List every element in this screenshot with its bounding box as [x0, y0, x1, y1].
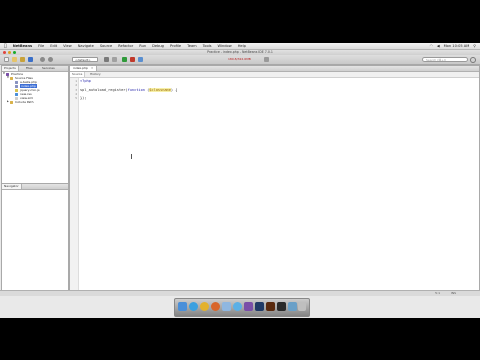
mail-icon[interactable] — [222, 302, 231, 311]
save-all-icon[interactable] — [28, 57, 33, 62]
terminal-icon[interactable] — [277, 302, 286, 311]
history-view-button[interactable]: History — [88, 72, 103, 77]
line-number-gutter: 1 2 3 4 5 — [70, 78, 79, 290]
project-tree: ▼ Practice ▼ Source Files a-tests.php in… — [2, 72, 68, 104]
menu-app-name[interactable]: NetBeans — [13, 44, 32, 48]
tab-index-php[interactable]: index.php ✕ — [70, 66, 98, 71]
menu-item-debug[interactable]: Debug — [152, 44, 164, 48]
preview-icon[interactable] — [288, 302, 297, 311]
apple-menu-icon[interactable]:  — [4, 44, 7, 49]
redo-icon[interactable] — [48, 57, 53, 62]
menubar-clock[interactable]: Mon 10:05 AM — [444, 44, 470, 48]
itunes-icon[interactable] — [233, 302, 242, 311]
new-project-icon[interactable] — [12, 57, 17, 62]
search-input[interactable]: Search (⌘+I) — [422, 57, 468, 62]
illustrator-icon[interactable] — [266, 302, 275, 311]
menu-item-window[interactable]: Window — [218, 44, 232, 48]
folder-icon — [10, 100, 13, 104]
editor-subbar: Source History — [70, 72, 479, 78]
tab-projects[interactable]: Projects — [2, 66, 19, 71]
editor-tab-label: index.php — [73, 66, 88, 70]
code-token: $classname — [149, 87, 171, 92]
code-token: }); — [80, 96, 87, 101]
projects-panel: Projects Files Services ▼ Practice ▼ Sou… — [1, 65, 69, 184]
tab-navigator[interactable]: Navigator — [2, 184, 22, 189]
trash-icon[interactable] — [298, 302, 306, 311]
menu-item-tools[interactable]: Tools — [203, 44, 212, 48]
chrome-icon[interactable] — [200, 302, 209, 311]
navigator-panel-tabs: Navigator — [2, 184, 68, 190]
gc-icon[interactable] — [264, 57, 269, 62]
safari-icon[interactable] — [189, 302, 198, 311]
source-view-button[interactable]: Source — [70, 72, 86, 77]
menu-item-refactor[interactable]: Refactor — [118, 44, 133, 48]
menu-item-run[interactable]: Run — [139, 44, 146, 48]
search-icon[interactable] — [470, 57, 476, 63]
tab-services[interactable]: Services — [40, 66, 57, 71]
window-title: Practice - index.php - NetBeans IDE 7.0.… — [207, 50, 273, 54]
spotlight-icon[interactable]: ⚲ — [473, 44, 476, 48]
undo-icon[interactable] — [40, 57, 45, 62]
text-cursor — [131, 154, 132, 159]
screen:  NetBeans File Edit View Navigate Sourc… — [0, 43, 480, 318]
menu-item-file[interactable]: File — [38, 44, 44, 48]
new-file-icon[interactable] — [4, 57, 9, 62]
menu-item-help[interactable]: Help — [238, 44, 246, 48]
menu-item-source[interactable]: Source — [100, 44, 112, 48]
tab-files[interactable]: Files — [24, 66, 35, 71]
close-window-button[interactable] — [3, 51, 6, 54]
tree-item-include-path[interactable]: ▶ Include Path — [2, 100, 68, 104]
build-icon[interactable] — [104, 57, 109, 62]
toolbar: <default> 180.8/322.6MB Search (⌘+I) — [0, 55, 480, 65]
navigator-panel: Navigator — [1, 183, 69, 291]
code-content[interactable]: <?php spl_autoload_register(function ($c… — [80, 79, 477, 100]
close-tab-icon[interactable]: ✕ — [91, 66, 94, 70]
volume-icon[interactable]: ◀ — [437, 44, 440, 48]
open-project-icon[interactable] — [20, 57, 25, 62]
code-token: ) { — [170, 87, 178, 92]
letterbox-bottom — [0, 318, 480, 360]
menu-item-team[interactable]: Team — [187, 44, 197, 48]
window-controls — [3, 51, 16, 54]
photoshop-icon[interactable] — [255, 302, 264, 311]
letterbox-top — [0, 0, 480, 43]
firefox-icon[interactable] — [211, 302, 220, 311]
minimize-window-button[interactable] — [8, 51, 11, 54]
code-token: function — [127, 87, 145, 92]
clean-build-icon[interactable] — [112, 57, 117, 62]
menubar:  NetBeans File Edit View Navigate Sourc… — [0, 43, 480, 50]
memory-status[interactable]: 180.8/322.6MB — [228, 57, 251, 62]
profile-icon[interactable] — [138, 57, 143, 62]
run-icon[interactable] — [122, 57, 127, 62]
status-mode: INS — [450, 291, 456, 295]
finder-icon[interactable] — [178, 302, 187, 311]
menu-item-navigate[interactable]: Navigate — [78, 44, 94, 48]
zoom-window-button[interactable] — [13, 51, 16, 54]
line-number: 5 — [75, 96, 77, 101]
wifi-icon[interactable]: ◠ — [430, 44, 433, 48]
status-position: 5:1 — [435, 291, 440, 295]
menu-item-view[interactable]: View — [63, 44, 72, 48]
menu-item-profile[interactable]: Profile — [170, 44, 181, 48]
code-line: }); — [80, 96, 477, 100]
dock — [174, 298, 310, 317]
status-bar: 5:1 INS — [0, 290, 480, 296]
menu-item-edit[interactable]: Edit — [50, 44, 57, 48]
code-editor[interactable]: index.php ✕ Source History 1 2 3 4 5 <?p… — [69, 65, 480, 291]
menubar-status-area: ◠ ◀ Mon 10:05 AM ⚲ — [430, 43, 476, 49]
config-select[interactable]: <default> — [72, 57, 98, 62]
debug-icon[interactable] — [130, 57, 135, 62]
netbeans-icon[interactable] — [244, 302, 253, 311]
